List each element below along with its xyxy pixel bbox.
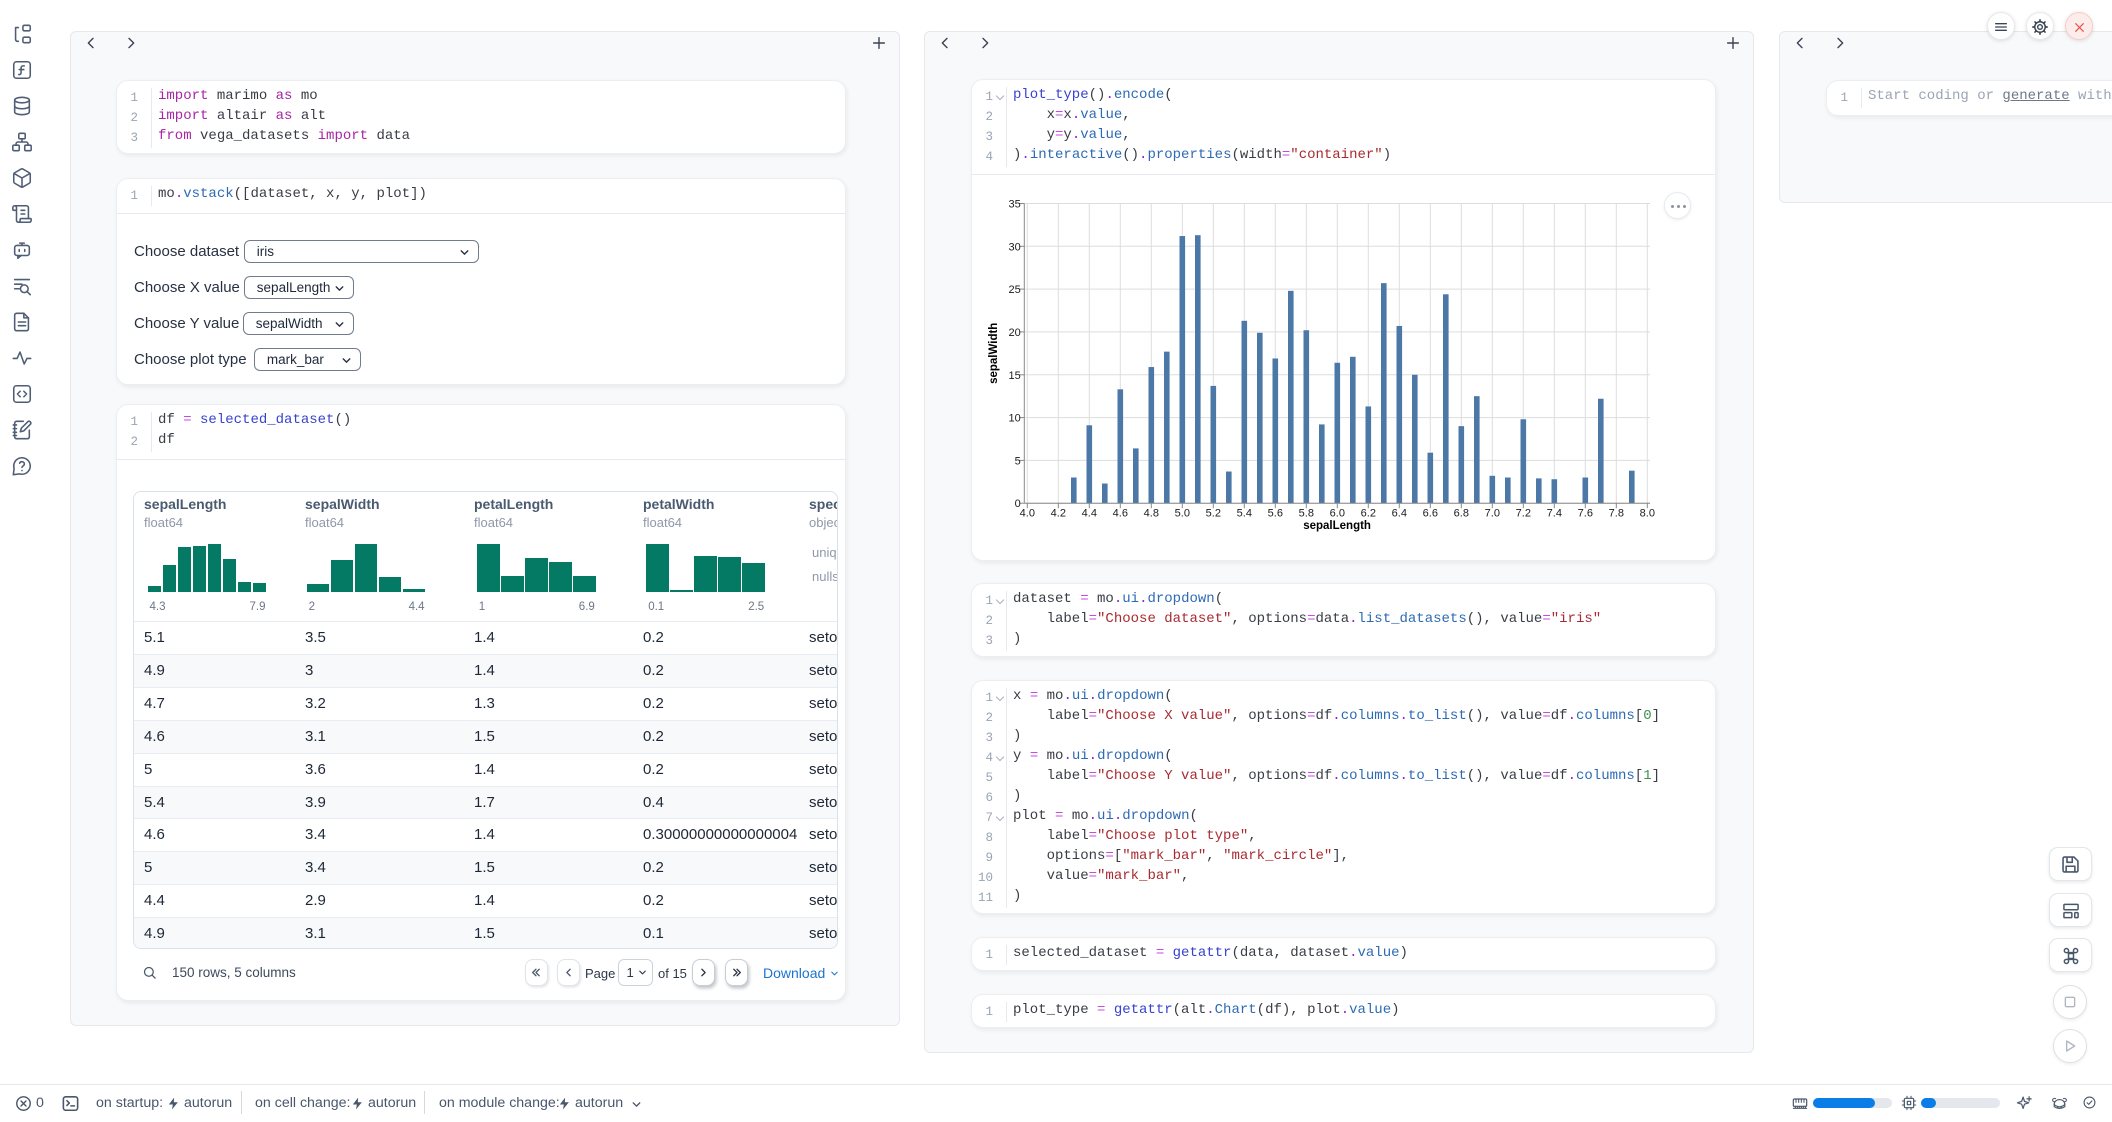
svg-text:4.2: 4.2 bbox=[1051, 508, 1066, 520]
svg-text:6.0: 6.0 bbox=[1330, 508, 1345, 520]
svg-text:5.8: 5.8 bbox=[1299, 508, 1314, 520]
svg-text:7.6: 7.6 bbox=[1578, 508, 1593, 520]
svg-text:25: 25 bbox=[1009, 284, 1021, 296]
svg-text:5.4: 5.4 bbox=[1237, 508, 1252, 520]
svg-text:8.0: 8.0 bbox=[1640, 508, 1655, 520]
svg-text:4.4: 4.4 bbox=[1082, 508, 1097, 520]
svg-text:0: 0 bbox=[1015, 498, 1021, 510]
svg-text:5.6: 5.6 bbox=[1268, 508, 1283, 520]
svg-text:6.4: 6.4 bbox=[1392, 508, 1407, 520]
svg-text:7.0: 7.0 bbox=[1485, 508, 1500, 520]
svg-text:15: 15 bbox=[1009, 370, 1021, 382]
svg-text:6.2: 6.2 bbox=[1361, 508, 1376, 520]
svg-text:6.6: 6.6 bbox=[1423, 508, 1438, 520]
svg-text:4.0: 4.0 bbox=[1020, 508, 1035, 520]
svg-text:7.2: 7.2 bbox=[1516, 508, 1531, 520]
svg-text:5.2: 5.2 bbox=[1206, 508, 1221, 520]
svg-text:5.0: 5.0 bbox=[1175, 508, 1190, 520]
svg-text:10: 10 bbox=[1009, 413, 1021, 425]
svg-text:30: 30 bbox=[1009, 241, 1021, 253]
svg-text:6.8: 6.8 bbox=[1454, 508, 1469, 520]
svg-text:4.8: 4.8 bbox=[1144, 508, 1159, 520]
svg-text:5: 5 bbox=[1015, 455, 1021, 467]
svg-text:20: 20 bbox=[1009, 327, 1021, 339]
svg-text:7.4: 7.4 bbox=[1547, 508, 1562, 520]
svg-text:35: 35 bbox=[1009, 199, 1021, 211]
svg-text:sepalWidth: sepalWidth bbox=[988, 323, 1000, 384]
svg-text:sepalLength: sepalLength bbox=[1303, 520, 1371, 532]
svg-text:4.6: 4.6 bbox=[1113, 508, 1128, 520]
svg-text:7.8: 7.8 bbox=[1609, 508, 1624, 520]
